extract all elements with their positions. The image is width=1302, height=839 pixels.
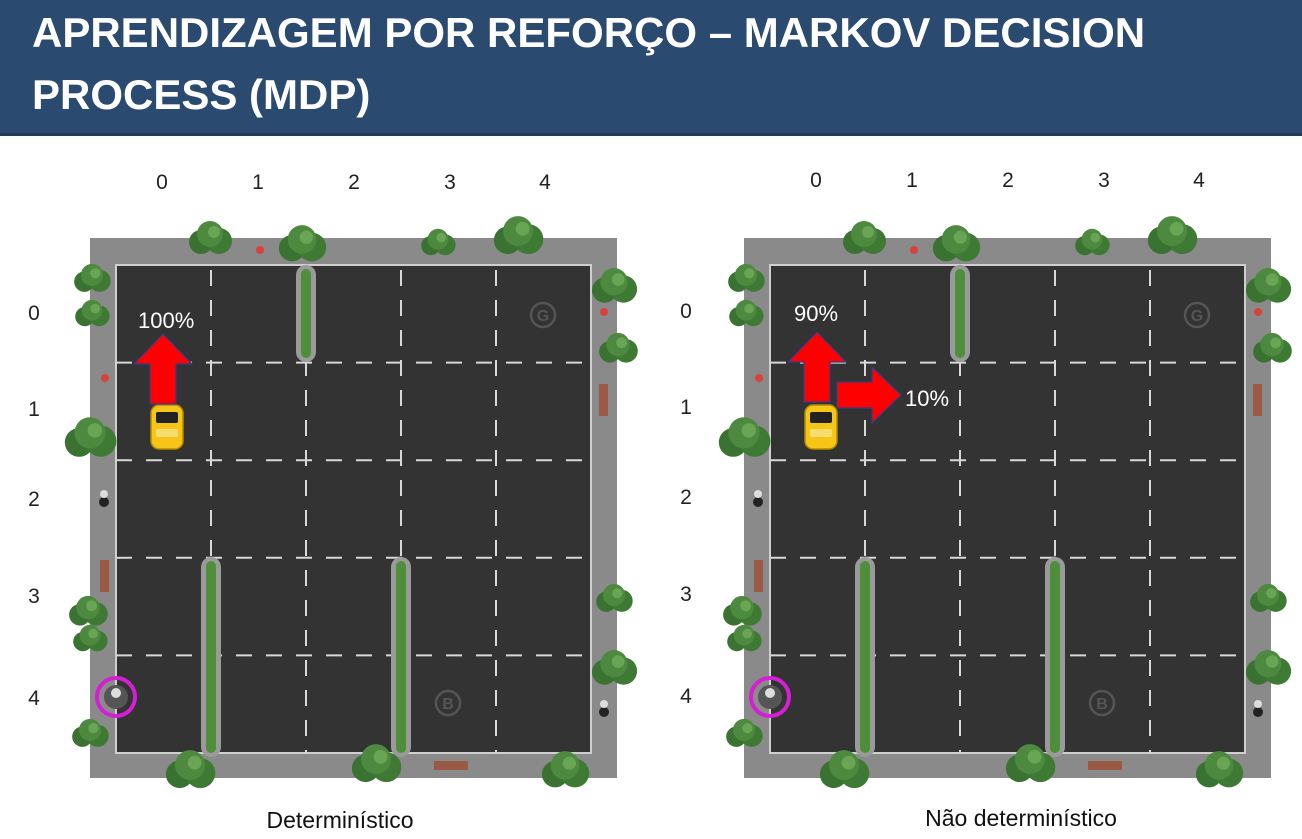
row-label-0: 0: [28, 302, 40, 325]
bench-icon: [599, 384, 608, 416]
column-label-4: 4: [539, 171, 551, 194]
tree-icon: [1147, 216, 1198, 255]
deterministic-panel: GB 0 1 2 3 4 0 1 2 3 4 100% Determinísti…: [0, 150, 640, 839]
cone-icon: [600, 308, 608, 316]
header-bar: APRENDIZAGEM POR REFORÇO – MARKOV DECISI…: [0, 0, 1302, 136]
landmark-label: B: [1096, 696, 1108, 713]
tree-icon: [421, 228, 456, 256]
landmark-label: G: [537, 308, 549, 325]
probability-right-label: 10%: [905, 386, 950, 411]
cone-icon: [910, 246, 918, 254]
tree-icon: [493, 216, 544, 255]
bench-icon: [1088, 761, 1122, 770]
scene: GB: [64, 216, 638, 789]
tree-icon: [843, 221, 886, 254]
hydrant-icon: [99, 497, 109, 507]
column-label-1: 1: [252, 171, 264, 194]
bench-icon: [434, 761, 468, 770]
probability-up-label: 90%: [794, 301, 839, 326]
landmark-label: B: [442, 696, 454, 713]
caption-non-deterministic: Não determinístico: [925, 805, 1117, 831]
bench-icon: [754, 560, 763, 592]
cone-icon: [1254, 308, 1262, 316]
tree-icon: [189, 221, 232, 254]
row-label-2: 2: [28, 488, 40, 511]
hydrant-icon: [599, 707, 609, 717]
median-grass: [1050, 561, 1060, 753]
road: [769, 264, 1246, 754]
cone-icon: [755, 374, 763, 382]
median-grass: [955, 269, 965, 358]
column-label-0: 0: [810, 169, 822, 192]
column-label-3: 3: [1098, 169, 1110, 192]
column-label-2: 2: [1002, 169, 1014, 192]
taxi-icon: [150, 404, 184, 450]
taxi-window: [810, 412, 832, 423]
bench-icon: [100, 560, 109, 592]
road: [115, 264, 592, 754]
taxi-grid-deterministic: GB: [64, 216, 638, 789]
taxi-window: [156, 412, 178, 423]
bench-icon: [1253, 384, 1262, 416]
row-label-4: 4: [680, 685, 692, 708]
hydrant-icon: [753, 497, 763, 507]
caption-deterministic: Determinístico: [266, 807, 414, 833]
hydrant-icon: [1253, 707, 1263, 717]
row-label-0: 0: [680, 300, 692, 323]
taxi-icon: [804, 404, 838, 450]
row-label-4: 4: [28, 687, 40, 710]
probability-up-label: 100%: [138, 308, 195, 333]
taxi-grid-non-deterministic: GB: [718, 216, 1292, 789]
column-label-3: 3: [444, 171, 456, 194]
tree-icon: [1075, 228, 1110, 256]
non-deterministic-panel: GB 0 1 2 3 4 0 1 2 3 4 90% 10% Não deter…: [654, 150, 1294, 839]
page-title: APRENDIZAGEM POR REFORÇO – MARKOV DECISI…: [32, 9, 1146, 118]
row-label-1: 1: [28, 398, 40, 421]
median-grass: [860, 561, 870, 753]
row-label-3: 3: [28, 585, 40, 608]
median-grass: [396, 561, 406, 753]
row-label-2: 2: [680, 486, 692, 509]
column-label-0: 0: [156, 171, 168, 194]
column-label-4: 4: [1193, 169, 1205, 192]
column-label-2: 2: [348, 171, 360, 194]
median-grass: [206, 561, 216, 753]
cone-icon: [101, 374, 109, 382]
tree-icon: [278, 225, 327, 262]
median-grass: [301, 269, 311, 358]
tree-icon: [932, 225, 981, 262]
landmark-label: G: [1191, 308, 1203, 325]
row-label-1: 1: [680, 396, 692, 419]
column-label-1: 1: [906, 169, 918, 192]
row-label-3: 3: [680, 583, 692, 606]
cone-icon: [256, 246, 264, 254]
